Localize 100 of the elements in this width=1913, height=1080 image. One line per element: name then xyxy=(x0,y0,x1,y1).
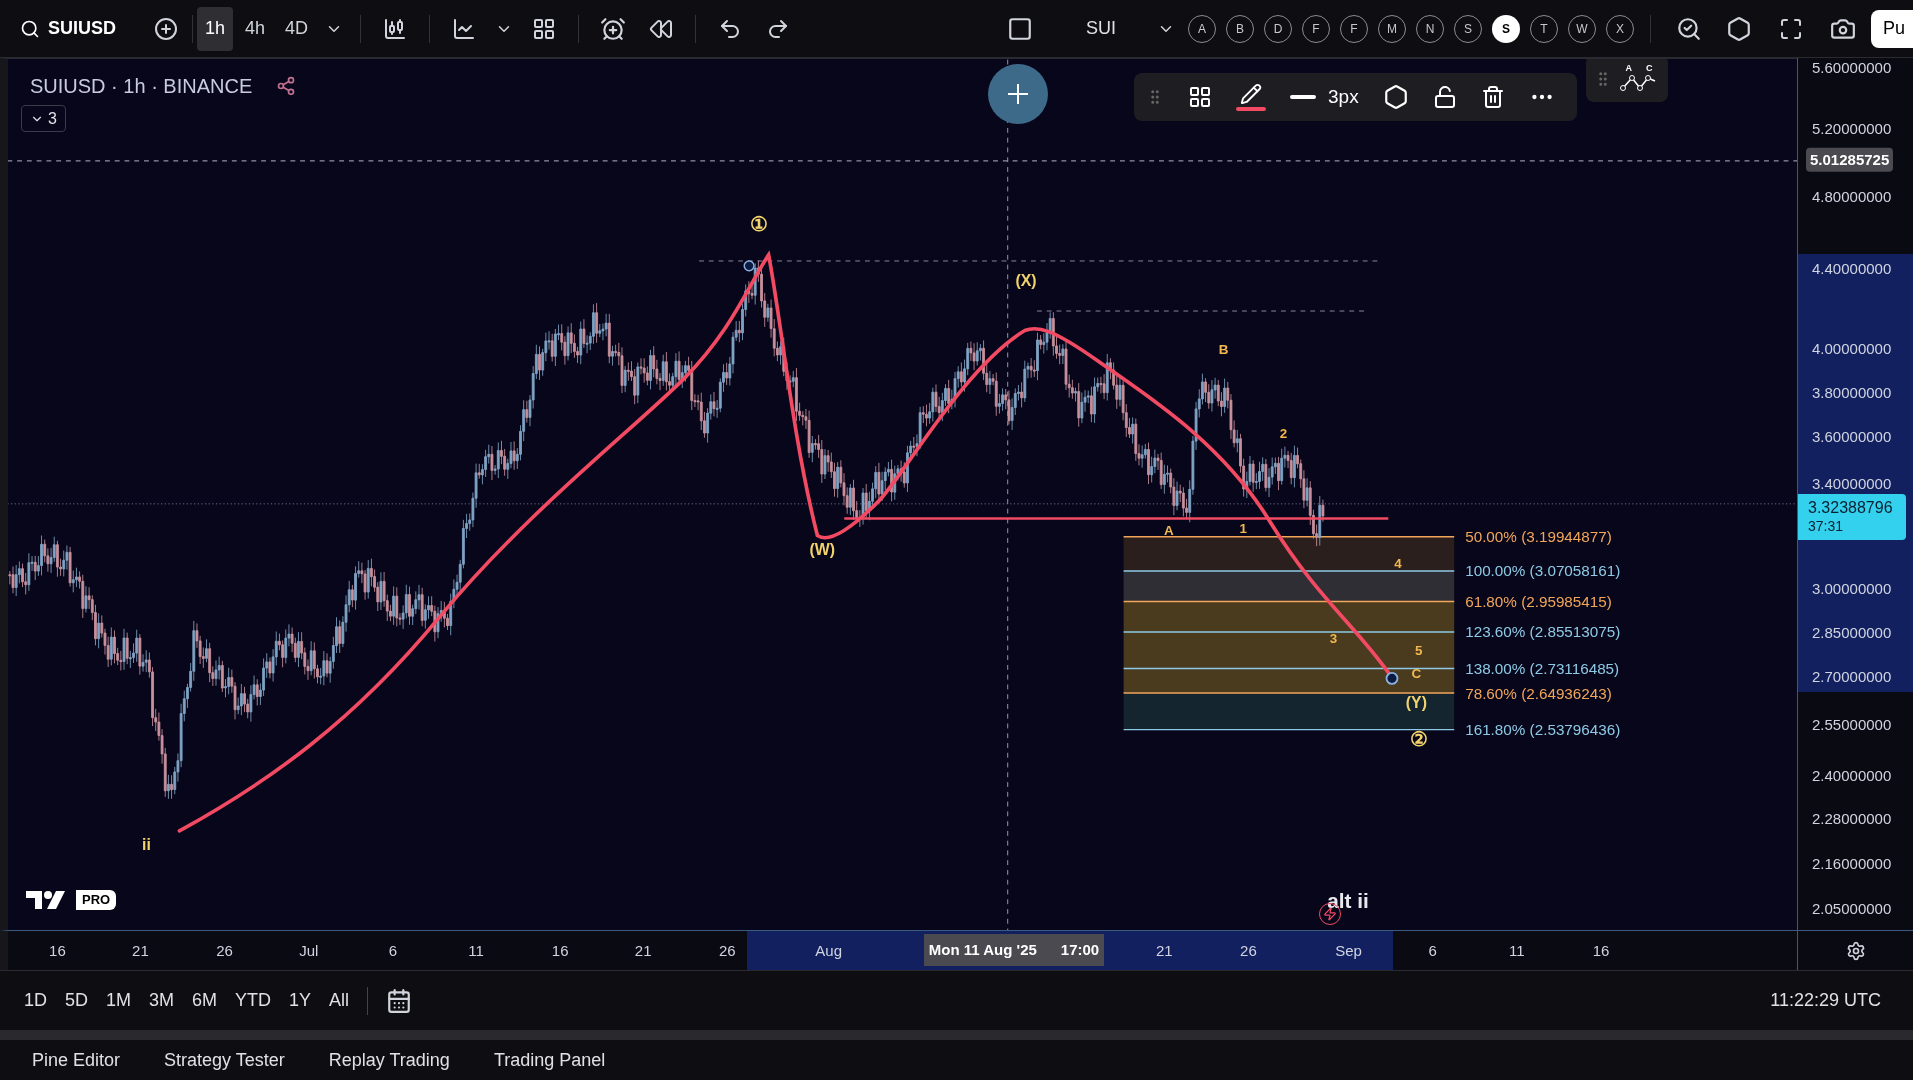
fib-level-label: 78.60% (2.64936243) xyxy=(1465,684,1612,702)
crosshair-time: 17:00 xyxy=(1060,939,1100,960)
candlestick-icon[interactable] xyxy=(383,16,408,41)
range-button[interactable]: 1D xyxy=(24,987,47,1014)
wave-label: 5 xyxy=(1415,643,1423,658)
line-width-button[interactable]: 3px xyxy=(1290,82,1359,112)
pattern-icon[interactable] xyxy=(1620,73,1658,93)
price-tick: 4.40000000 xyxy=(1812,258,1892,279)
add-symbol-icon[interactable] xyxy=(154,16,178,41)
wave-label: (X) xyxy=(1015,272,1037,290)
time-tick: 6 xyxy=(1428,941,1437,961)
price-tick: 2.28000000 xyxy=(1812,808,1892,829)
publish-button[interactable]: Pu xyxy=(1870,9,1913,48)
time-tick: 16 xyxy=(1592,941,1610,961)
fib-level-label: 123.60% (2.85513075) xyxy=(1465,623,1621,641)
time-tick: 16 xyxy=(551,941,569,961)
wave-label: ii xyxy=(142,835,151,853)
fib-level-label: 61.80% (2.95985415) xyxy=(1465,592,1612,610)
symbol-search[interactable]: SUIUSD xyxy=(12,9,124,48)
indicators-icon[interactable] xyxy=(452,16,477,41)
pattern-letter: A xyxy=(1625,64,1632,73)
plus-icon xyxy=(1006,82,1030,106)
fib-level-label: 161.80% (2.53796436) xyxy=(1465,721,1621,739)
indicators-toggle[interactable]: 3 xyxy=(21,105,66,132)
range-button[interactable]: 5D xyxy=(65,987,89,1014)
panel-tab[interactable]: Pine Editor xyxy=(32,1046,121,1074)
crosshair-price-label: 5.01285725 xyxy=(1806,147,1894,173)
range-button[interactable]: YTD xyxy=(235,987,272,1014)
time-tick: 11 xyxy=(1509,941,1525,961)
price-tick: 3.00000000 xyxy=(1812,579,1892,600)
price-tick: 2.55000000 xyxy=(1812,714,1892,735)
time-tick: Jul xyxy=(299,941,319,961)
bar-countdown: 37:31 xyxy=(1808,517,1845,537)
time-tick: 21 xyxy=(634,941,652,961)
price-tick: 2.70000000 xyxy=(1812,667,1892,688)
range-button[interactable]: 6M xyxy=(192,987,218,1014)
pro-badge: PRO xyxy=(76,890,117,910)
clock: 11:22:29 UTC xyxy=(1770,989,1881,1012)
time-tick: 26 xyxy=(1240,941,1257,961)
wave-label: alt ii xyxy=(1327,888,1369,912)
interval-tab[interactable]: 1h xyxy=(197,6,234,51)
fib-level-label: 138.00% (2.73116485) xyxy=(1465,660,1620,678)
letter-filter[interactable]: S xyxy=(1491,14,1520,43)
panel-tab[interactable]: Trading Panel xyxy=(493,1046,606,1074)
wave-label: C xyxy=(1411,666,1422,682)
price-tick: 2.40000000 xyxy=(1812,765,1892,786)
anchor-handle[interactable] xyxy=(1385,671,1399,685)
time-tick: 26 xyxy=(719,941,736,961)
current-price: 3.32388796 xyxy=(1808,498,1894,518)
share-icon[interactable] xyxy=(276,76,297,96)
range-button[interactable]: 3M xyxy=(149,987,175,1014)
wave-label: 2 xyxy=(1279,425,1288,441)
price-tick: 4.00000000 xyxy=(1812,338,1892,359)
square-icon[interactable] xyxy=(1006,15,1033,42)
time-tick: 16 xyxy=(49,941,66,961)
price-tick: 2.05000000 xyxy=(1812,898,1892,919)
fib-level-label: 100.00% (3.07058161) xyxy=(1465,562,1621,580)
trash-icon[interactable] xyxy=(1480,85,1505,109)
chart-legend-title: SUIUSD · 1h · BINANCE xyxy=(30,74,253,99)
wave-label: ② xyxy=(1409,728,1428,751)
panel-tab[interactable]: Strategy Tester xyxy=(164,1046,285,1074)
wave-label: 3 xyxy=(1329,630,1338,646)
wave-label: B xyxy=(1218,341,1229,357)
wave-label: (Y) xyxy=(1405,694,1427,712)
price-tick: 4.80000000 xyxy=(1812,186,1892,207)
wave-label: 4 xyxy=(1394,556,1402,572)
fullscreen-icon[interactable] xyxy=(1778,16,1803,41)
grid-icon[interactable] xyxy=(532,16,557,41)
time-tick: Aug xyxy=(815,941,842,961)
range-button[interactable]: 1Y xyxy=(289,987,312,1014)
wave-label: (W) xyxy=(809,540,836,558)
time-tick: 11 xyxy=(468,941,484,961)
unlock-icon[interactable] xyxy=(1432,85,1457,109)
range-button[interactable]: 1M xyxy=(106,987,132,1014)
pattern-letter: C xyxy=(1646,64,1653,73)
range-button[interactable]: All xyxy=(329,987,350,1014)
crosshair-date: Mon 11 Aug '25 xyxy=(928,939,1037,960)
price-tick: 3.40000000 xyxy=(1812,474,1892,495)
search-icon[interactable] xyxy=(1675,15,1702,42)
price-tick: 5.60000000 xyxy=(1812,58,1892,79)
wave-label: 1 xyxy=(1239,520,1247,536)
templates-icon[interactable] xyxy=(1188,85,1212,109)
wave-label: A xyxy=(1163,523,1174,539)
panel-tab[interactable]: Replay Trading xyxy=(328,1046,450,1074)
price-tick: 5.20000000 xyxy=(1812,119,1892,140)
fib-level-label: 50.00% (3.19944877) xyxy=(1465,528,1612,546)
price-tick: 3.60000000 xyxy=(1812,426,1892,447)
time-tick: 21 xyxy=(1155,941,1173,961)
time-tick: 6 xyxy=(388,941,398,961)
price-tick: 2.16000000 xyxy=(1812,853,1892,874)
price-tick: 3.80000000 xyxy=(1812,382,1892,403)
crosshair-plus-button[interactable] xyxy=(988,64,1048,124)
interval-tab[interactable]: 4D xyxy=(277,6,317,51)
alarm-plus-icon[interactable] xyxy=(600,15,627,42)
anchor-handle[interactable] xyxy=(743,260,755,272)
calendar-icon[interactable] xyxy=(386,987,413,1014)
time-tick: 21 xyxy=(132,941,149,961)
interval-tab[interactable]: 4h xyxy=(237,6,274,51)
hexagon-icon[interactable] xyxy=(1725,15,1752,42)
pencil-button[interactable] xyxy=(1236,83,1266,111)
